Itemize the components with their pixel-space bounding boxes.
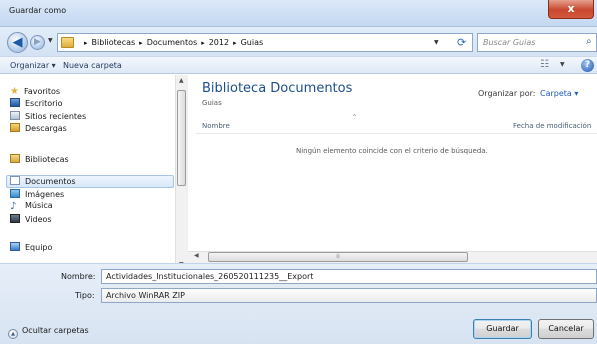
hide-folders-label: Ocultar carpetas bbox=[22, 326, 89, 335]
title-bar bbox=[0, 0, 597, 27]
videos-icon bbox=[10, 214, 20, 223]
sidebar-item-label: Equipo bbox=[25, 243, 53, 252]
column-header-date[interactable]: Fecha de modificación bbox=[513, 122, 591, 130]
filetype-label: Tipo: bbox=[75, 291, 95, 300]
breadcrumb-item[interactable]: 2012 bbox=[209, 38, 229, 47]
sidebar-item-label: Descargas bbox=[25, 124, 67, 133]
recent-places-icon bbox=[10, 111, 20, 120]
column-header-name[interactable]: Nombre bbox=[202, 122, 230, 130]
scroll-up-icon[interactable]: ▲ bbox=[179, 77, 184, 84]
refresh-icon[interactable]: ⟳ bbox=[457, 36, 466, 49]
sidebar-item-videos[interactable]: Videos bbox=[10, 214, 52, 226]
computer-icon bbox=[10, 242, 20, 251]
window-title: Guardar como bbox=[9, 6, 67, 15]
sidebar-item-label: Música bbox=[25, 201, 53, 210]
scroll-left-icon[interactable]: ◀ bbox=[194, 252, 199, 259]
arrange-by-label: Organizar por: bbox=[478, 89, 536, 98]
collapse-icon: ▲ bbox=[8, 329, 18, 339]
sidebar-item-label: Favoritos bbox=[23, 87, 61, 96]
sidebar-item-label: Imágenes bbox=[25, 190, 65, 199]
empty-state-message: Ningún elemento coincide con el criterio… bbox=[296, 147, 488, 155]
downloads-icon bbox=[10, 123, 20, 132]
help-button[interactable]: ? bbox=[581, 59, 594, 72]
view-dropdown-icon[interactable]: ▼ bbox=[560, 61, 565, 68]
header-divider bbox=[196, 133, 597, 134]
folder-icon bbox=[61, 37, 74, 48]
libraries-icon bbox=[10, 154, 20, 163]
desktop-icon bbox=[10, 98, 20, 107]
breadcrumb-separator-icon: ▸ bbox=[201, 39, 205, 47]
view-options-icon[interactable]: ☷ bbox=[540, 59, 549, 70]
sidebar-item-favoritos[interactable]: ★ Favoritos bbox=[10, 86, 60, 98]
sidebar-item-imagenes[interactable]: Imágenes bbox=[10, 189, 64, 201]
music-icon: ♪ bbox=[10, 201, 17, 212]
organize-menu-button[interactable]: Organizar ▾ bbox=[10, 61, 56, 70]
filename-label: Nombre: bbox=[61, 272, 96, 281]
sidebar-item-equipo[interactable]: Equipo bbox=[10, 242, 52, 254]
breadcrumb-item[interactable]: Documentos bbox=[147, 38, 198, 47]
horizontal-scroll-thumb[interactable]: ⁞⁞ bbox=[208, 252, 468, 262]
address-dropdown-icon[interactable]: ▼ bbox=[434, 39, 439, 46]
search-placeholder: Buscar Guias bbox=[483, 38, 536, 47]
star-icon: ★ bbox=[10, 86, 19, 97]
toolbar: Organizar ▾ Nueva carpeta ☷ ▼ ? bbox=[0, 56, 597, 74]
hide-folders-toggle[interactable]: ▲ Ocultar carpetas bbox=[8, 326, 89, 339]
sidebar-item-bibliotecas[interactable]: Bibliotecas bbox=[10, 154, 69, 166]
forward-arrow-icon: ▶ bbox=[34, 37, 41, 47]
sidebar-item-label: Bibliotecas bbox=[25, 155, 69, 164]
breadcrumb-item[interactable]: Bibliotecas bbox=[92, 38, 136, 47]
search-icon[interactable]: ⌕ bbox=[586, 36, 592, 47]
sidebar-item-label: Documentos bbox=[25, 177, 76, 186]
back-arrow-icon: ◀ bbox=[12, 35, 23, 50]
recent-pages-dropdown-icon[interactable]: ▼ bbox=[48, 37, 53, 44]
sidebar-scroll-thumb[interactable] bbox=[177, 90, 186, 186]
sort-up-icon: ^ bbox=[352, 114, 358, 121]
library-subtitle: Guias bbox=[202, 99, 222, 107]
back-button[interactable]: ◀ bbox=[7, 32, 28, 53]
file-list-pane bbox=[188, 75, 597, 258]
forward-button[interactable]: ▶ bbox=[30, 35, 45, 50]
filetype-select[interactable]: Archivo WinRAR ZIP bbox=[101, 288, 597, 303]
close-button[interactable]: x bbox=[548, 0, 594, 19]
filename-input[interactable]: Actividades_Institucionales_260520111235… bbox=[101, 269, 597, 284]
library-title: Biblioteca Documentos bbox=[202, 81, 353, 96]
sidebar-item-label: Escritorio bbox=[25, 99, 63, 108]
sidebar-item-descargas[interactable]: Descargas bbox=[10, 123, 67, 135]
sidebar-item-label: Sitios recientes bbox=[25, 112, 87, 121]
breadcrumb-separator-icon: ▸ bbox=[84, 39, 88, 47]
breadcrumb: ▸ Bibliotecas ▸ Documentos ▸ 2012 ▸ Guias bbox=[80, 38, 263, 47]
arrange-by-dropdown[interactable]: Carpeta ▾ bbox=[540, 89, 578, 98]
cancel-button[interactable]: Cancelar bbox=[538, 319, 594, 339]
sidebar-item-musica[interactable]: ♪ Música bbox=[10, 201, 53, 213]
address-bar[interactable]: ▸ Bibliotecas ▸ Documentos ▸ 2012 ▸ Guias ▼ ⟳ bbox=[57, 33, 473, 52]
sidebar-item-label: Videos bbox=[25, 215, 52, 224]
pictures-icon bbox=[10, 189, 20, 198]
save-button[interactable]: Guardar bbox=[473, 319, 532, 339]
breadcrumb-item[interactable]: Guias bbox=[241, 38, 264, 47]
sidebar-item-documentos[interactable]: Documentos bbox=[10, 176, 76, 188]
breadcrumb-separator-icon: ▸ bbox=[233, 39, 237, 47]
search-input[interactable]: Buscar Guias ⌕ bbox=[477, 33, 597, 52]
documents-icon bbox=[10, 176, 20, 185]
sidebar-item-escritorio[interactable]: Escritorio bbox=[10, 98, 63, 110]
breadcrumb-separator-icon: ▸ bbox=[139, 39, 143, 47]
sidebar-item-sitios-recientes[interactable]: Sitios recientes bbox=[10, 111, 86, 123]
new-folder-button[interactable]: Nueva carpeta bbox=[63, 61, 122, 70]
